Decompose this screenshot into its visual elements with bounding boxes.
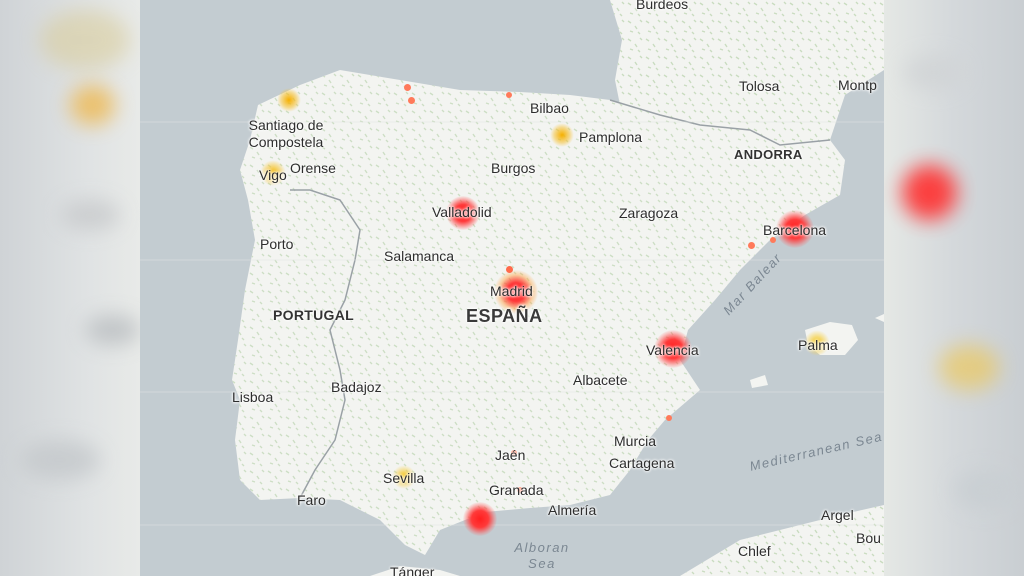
city-label-tolosa: Tolosa [739,78,780,94]
city-label-jaen: Jaén [495,447,526,463]
city-label-porto: Porto [260,236,294,252]
outage-map[interactable]: PORTUGAL ANDORRA ESPAÑA Burdeos Tolosa M… [140,0,884,576]
city-label-cartagena: Cartagena [609,455,675,471]
hotspot-pamplona[interactable] [550,123,574,147]
country-label-portugal: PORTUGAL [273,307,354,323]
city-label-pamplona: Pamplona [579,129,643,145]
country-label-espana: ESPAÑA [466,306,543,326]
city-label-madrid: Madrid [490,283,533,299]
city-label-badajoz: Badajoz [331,379,382,395]
city-label-zaragoza: Zaragoza [619,205,679,221]
hotspot-small[interactable] [408,97,415,104]
city-label-bilbao: Bilbao [530,100,569,116]
city-label-montp: Montp [838,77,877,93]
hotspot-small[interactable] [404,84,411,91]
blurred-right-panel [884,0,1024,576]
hotspot-small[interactable] [506,266,513,273]
sea-label-alboran: Alboran Sea [514,540,570,571]
city-label-vigo: Vigo [259,167,287,183]
city-label-granada: Granada [489,482,544,498]
hotspot-santiago[interactable] [277,88,301,112]
city-label-tanger: Tánger [390,564,435,576]
blurred-left-panel [0,0,140,576]
city-label-albacete: Albacete [573,372,628,388]
city-label-chlef: Chlef [738,543,771,559]
city-label-almeria: Almería [548,502,597,518]
city-label-valencia: Valencia [646,342,699,358]
city-label-burgos: Burgos [491,160,536,176]
city-label-palma: Palma [798,337,838,353]
city-label-bou: Bou [856,530,881,546]
city-label-santiago: Santiago de Compostela [248,117,324,150]
city-label-burdeos: Burdeos [636,0,689,12]
hotspot-small[interactable] [506,92,512,98]
city-label-faro: Faro [297,492,326,508]
city-label-salamanca: Salamanca [384,248,455,264]
city-label-murcia: Murcia [614,433,657,449]
country-label-andorra: ANDORRA [734,147,803,162]
city-label-sevilla: Sevilla [383,470,425,486]
city-label-barcelona: Barcelona [763,222,827,238]
city-label-lisboa: Lisboa [232,389,274,405]
city-label-orense: Orense [290,160,336,176]
hotspot-malaga[interactable] [463,502,497,536]
city-label-valladolid: Valladolid [432,204,492,220]
hotspot-small[interactable] [666,415,672,421]
hotspot-small[interactable] [748,242,755,249]
city-label-argel: Argel [821,507,854,523]
